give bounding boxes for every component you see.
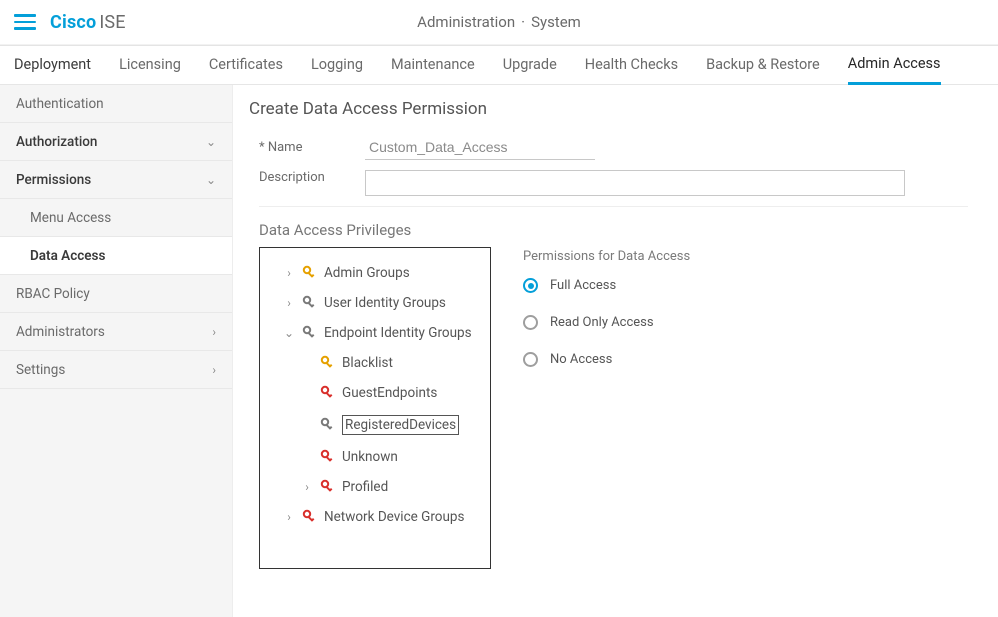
chevron-right-icon: › — [212, 363, 216, 377]
tab-upgrade[interactable]: Upgrade — [503, 45, 557, 84]
radio-label: Read Only Access — [550, 315, 654, 330]
sidebar-item-permissions[interactable]: Permissions ⌄ — [0, 161, 232, 199]
chevron-down-icon: ⌄ — [206, 173, 216, 187]
tree-item-label: RegisteredDevices — [342, 415, 459, 435]
key-icon — [320, 449, 336, 465]
sidebar-item-label: Permissions — [16, 172, 91, 188]
radio-icon[interactable] — [523, 352, 538, 367]
permissions-title: Permissions for Data Access — [523, 249, 690, 264]
tab-deployment[interactable]: Deployment — [14, 45, 91, 84]
description-label: Description — [259, 170, 345, 185]
tab-logging[interactable]: Logging — [311, 45, 363, 84]
expand-icon[interactable]: › — [300, 480, 314, 494]
description-input[interactable] — [365, 170, 905, 196]
expand-icon[interactable]: › — [282, 296, 296, 310]
breadcrumb-page: System — [531, 13, 581, 31]
sidebar-item-label: RBAC Policy — [16, 286, 90, 302]
tree-item-label: Endpoint Identity Groups — [324, 325, 472, 341]
top-bar: CiscoISE Administration·System — [0, 0, 998, 44]
sidebar-item-administrators[interactable]: Administrators › — [0, 313, 232, 351]
brand-cisco: Cisco — [50, 12, 96, 33]
sidebar-item-authentication[interactable]: Authentication — [0, 85, 232, 123]
brand: CiscoISE — [50, 12, 126, 33]
tabs: Deployment Licensing Certificates Loggin… — [0, 45, 998, 85]
privilege-tree: › Admin Groups › User Identity Groups ⌄ … — [259, 247, 491, 569]
key-icon — [302, 295, 318, 311]
sidebar-item-label: Menu Access — [30, 210, 111, 226]
radio-icon[interactable] — [523, 278, 538, 293]
tab-admin-access[interactable]: Admin Access — [848, 45, 941, 85]
sidebar-item-data-access[interactable]: Data Access — [0, 237, 232, 275]
key-icon — [302, 325, 318, 341]
name-label: Name — [259, 140, 345, 155]
tab-certificates[interactable]: Certificates — [209, 45, 283, 84]
brand-ise: ISE — [99, 12, 125, 33]
key-icon — [320, 355, 336, 371]
content: Create Data Access Permission Name Descr… — [233, 85, 998, 617]
radio-no-access[interactable]: No Access — [523, 352, 690, 367]
tree-item-profiled[interactable]: › Profiled — [266, 472, 484, 502]
radio-read-only-access[interactable]: Read Only Access — [523, 315, 690, 330]
tab-backup-restore[interactable]: Backup & Restore — [706, 45, 820, 84]
key-icon — [302, 265, 318, 281]
sidebar-item-label: Administrators — [16, 324, 105, 340]
page-title: Create Data Access Permission — [249, 99, 978, 119]
tree-item-label: GuestEndpoints — [342, 385, 437, 401]
tab-health-checks[interactable]: Health Checks — [585, 45, 678, 84]
name-input[interactable] — [365, 135, 595, 160]
menu-icon[interactable] — [14, 14, 36, 30]
key-icon — [320, 417, 336, 433]
sidebar-item-label: Authorization — [16, 134, 97, 150]
sidebar-item-label: Data Access — [30, 248, 105, 264]
tree-item-label: Admin Groups — [324, 265, 410, 281]
expand-icon[interactable]: › — [282, 266, 296, 280]
tree-item-endpoint-identity-groups[interactable]: ⌄ Endpoint Identity Groups — [266, 318, 484, 348]
tree-item-label: Profiled — [342, 479, 388, 495]
tree-item-label: Blacklist — [342, 355, 393, 371]
chevron-down-icon: ⌄ — [206, 135, 216, 149]
radio-label: Full Access — [550, 278, 616, 293]
tab-licensing[interactable]: Licensing — [119, 45, 181, 84]
sidebar-item-authorization[interactable]: Authorization ⌄ — [0, 123, 232, 161]
radio-label: No Access — [550, 352, 612, 367]
tree-item-label: Network Device Groups — [324, 509, 464, 525]
chevron-right-icon: › — [212, 325, 216, 339]
sidebar-item-label: Settings — [16, 362, 65, 378]
collapse-icon[interactable]: ⌄ — [282, 326, 296, 340]
tree-item-network-device-groups[interactable]: › Network Device Groups — [266, 502, 484, 532]
expand-icon[interactable]: › — [282, 510, 296, 524]
tree-item-label: Unknown — [342, 449, 398, 465]
key-icon — [320, 479, 336, 495]
breadcrumb: Administration·System — [417, 13, 581, 31]
permissions-panel: Permissions for Data Access Full Access … — [523, 247, 690, 569]
tree-item-label: User Identity Groups — [324, 295, 446, 311]
key-icon — [302, 509, 318, 525]
tab-maintenance[interactable]: Maintenance — [391, 45, 475, 84]
sidebar-item-settings[interactable]: Settings › — [0, 351, 232, 389]
radio-full-access[interactable]: Full Access — [523, 278, 690, 293]
tree-item-user-identity-groups[interactable]: › User Identity Groups — [266, 288, 484, 318]
tree-item-registered-devices[interactable]: RegisteredDevices — [266, 408, 484, 442]
sidebar-item-menu-access[interactable]: Menu Access — [0, 199, 232, 237]
tree-item-unknown[interactable]: Unknown — [266, 442, 484, 472]
breadcrumb-section: Administration — [417, 13, 515, 31]
tree-item-guest-endpoints[interactable]: GuestEndpoints — [266, 378, 484, 408]
tree-item-admin-groups[interactable]: › Admin Groups — [266, 258, 484, 288]
tree-item-blacklist[interactable]: Blacklist — [266, 348, 484, 378]
radio-icon[interactable] — [523, 315, 538, 330]
sidebar-item-rbac-policy[interactable]: RBAC Policy — [0, 275, 232, 313]
sidebar: Authentication Authorization ⌄ Permissio… — [0, 85, 233, 617]
sidebar-item-label: Authentication — [16, 96, 104, 112]
section-title: Data Access Privileges — [259, 221, 978, 239]
key-icon — [320, 385, 336, 401]
